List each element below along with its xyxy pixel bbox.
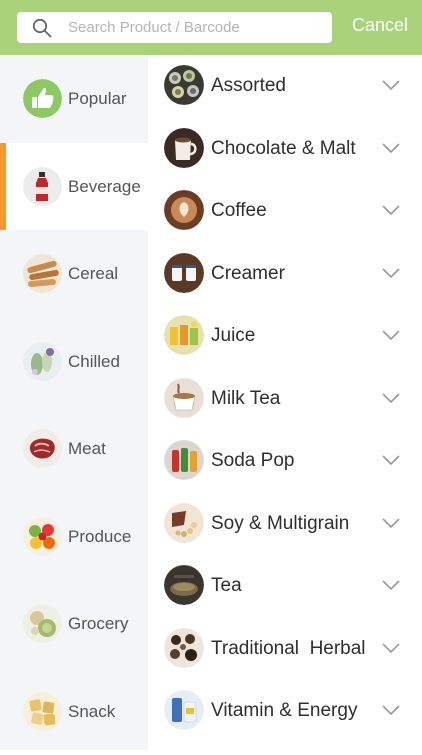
sidebar-item-label: Cereal <box>68 264 118 284</box>
sidebar-item-label: Meat <box>68 439 106 459</box>
category-sidebar: Popular Beverage Cereal Chilled <box>0 55 148 750</box>
sidebar-item-produce[interactable]: Produce <box>0 493 148 581</box>
snack-thumbnail <box>23 692 62 731</box>
creamer-thumbnail <box>164 253 204 293</box>
coffee-cup-thumbnail <box>164 190 204 230</box>
subcategory-vitamin-energy[interactable]: Vitamin & Energy <box>148 680 422 743</box>
subcategory-label: Coffee <box>211 200 267 222</box>
grocery-thumbnail <box>23 604 62 643</box>
subcategory-label: Tea <box>211 575 242 597</box>
sidebar-item-label: Produce <box>68 527 131 547</box>
tea-thumbnail <box>164 565 204 605</box>
subcategory-label: Milk Tea <box>211 388 280 410</box>
subcategory-label: Assorted <box>211 75 286 97</box>
sidebar-item-label: Beverage <box>68 177 141 197</box>
search-box[interactable] <box>17 12 332 43</box>
subcategory-label: Creamer <box>211 263 285 285</box>
subcategory-assorted[interactable]: Assorted <box>148 55 422 118</box>
chevron-down-icon <box>382 643 400 653</box>
sidebar-item-meat[interactable]: Meat <box>0 405 148 493</box>
sidebar-item-label: Snack <box>68 702 115 722</box>
subcategory-coffee[interactable]: Coffee <box>148 180 422 243</box>
chevron-down-icon <box>382 268 400 278</box>
chevron-down-icon <box>382 80 400 90</box>
top-bar: Cancel <box>0 0 422 55</box>
sidebar-item-popular[interactable]: Popular <box>0 55 148 143</box>
assorted-cans-thumbnail <box>164 65 204 105</box>
vitamin-drink-thumbnail <box>164 690 204 730</box>
subcategory-label: Soy & Multigrain <box>211 513 349 535</box>
sidebar-item-label: Grocery <box>68 614 128 634</box>
subcategory-label: Juice <box>211 325 255 347</box>
subcategory-label: Chocolate & Malt <box>211 138 356 160</box>
subcategory-creamer[interactable]: Creamer <box>148 243 422 306</box>
cereal-thumbnail <box>23 254 62 293</box>
soda-bottles-thumbnail <box>164 440 204 480</box>
chocolate-mug-thumbnail <box>164 128 204 168</box>
juice-bottle-thumbnail <box>23 167 62 206</box>
soy-thumbnail <box>164 503 204 543</box>
thumbs-up-icon <box>23 79 62 118</box>
meat-thumbnail <box>23 429 62 468</box>
subcategory-juice[interactable]: Juice <box>148 305 422 368</box>
chevron-down-icon <box>382 518 400 528</box>
search-input[interactable] <box>68 12 323 43</box>
chevron-down-icon <box>382 330 400 340</box>
juice-glasses-thumbnail <box>164 315 204 355</box>
search-icon <box>32 18 52 38</box>
cancel-button[interactable]: Cancel <box>352 15 408 36</box>
chilled-thumbnail <box>23 342 62 381</box>
chevron-down-icon <box>382 455 400 465</box>
subcategory-chocolate-malt[interactable]: Chocolate & Malt <box>148 118 422 181</box>
active-indicator <box>0 143 6 231</box>
produce-thumbnail <box>23 517 62 556</box>
subcategory-traditional-herbal[interactable]: Traditional Herbal <box>148 618 422 681</box>
subcategory-label: Soda Pop <box>211 450 294 472</box>
chevron-down-icon <box>382 580 400 590</box>
sidebar-item-snack[interactable]: Snack <box>0 668 148 755</box>
milk-tea-thumbnail <box>164 378 204 418</box>
sidebar-item-label: Chilled <box>68 352 120 372</box>
chevron-down-icon <box>382 205 400 215</box>
sidebar-item-grocery[interactable]: Grocery <box>0 580 148 668</box>
chevron-down-icon <box>382 705 400 715</box>
sidebar-item-chilled[interactable]: Chilled <box>0 318 148 406</box>
chevron-down-icon <box>382 393 400 403</box>
subcategory-soda-pop[interactable]: Soda Pop <box>148 430 422 493</box>
sidebar-item-label: Popular <box>68 89 127 109</box>
sidebar-item-beverage[interactable]: Beverage <box>0 143 148 231</box>
chevron-down-icon <box>382 143 400 153</box>
subcategory-label: Vitamin & Energy <box>211 700 357 722</box>
subcategory-milk-tea[interactable]: Milk Tea <box>148 368 422 431</box>
subcategory-soy-multigrain[interactable]: Soy & Multigrain <box>148 493 422 556</box>
herbal-thumbnail <box>164 628 204 668</box>
subcategory-label: Traditional Herbal <box>211 638 366 660</box>
sidebar-item-cereal[interactable]: Cereal <box>0 230 148 318</box>
subcategory-tea[interactable]: Tea <box>148 555 422 618</box>
subcategory-list: Assorted Chocolate & Malt Coffee <box>148 55 422 750</box>
